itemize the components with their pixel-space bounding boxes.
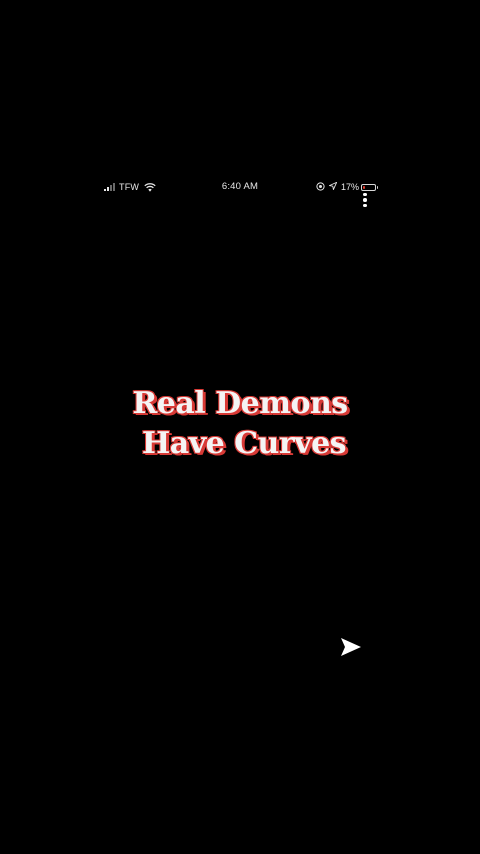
battery-level-fill bbox=[363, 185, 365, 189]
story-title: Real Demons Have Curves bbox=[90, 384, 390, 464]
story-title-line-1: Real Demons bbox=[132, 386, 348, 421]
battery-percent: 17% bbox=[340, 182, 359, 192]
story-screen: TFW 6:40 AM 17% Real Demons Have Curves bbox=[0, 0, 480, 854]
location-arrow-icon bbox=[328, 181, 338, 192]
send-button[interactable] bbox=[340, 637, 362, 657]
orientation-lock-icon bbox=[316, 181, 325, 193]
more-vertical-icon bbox=[363, 192, 367, 197]
battery-icon bbox=[361, 183, 378, 191]
status-bar: TFW 6:40 AM 17% bbox=[104, 180, 378, 194]
more-options-button[interactable] bbox=[358, 191, 372, 209]
send-icon bbox=[341, 638, 361, 656]
story-title-line-2: Have Curves bbox=[141, 426, 347, 461]
